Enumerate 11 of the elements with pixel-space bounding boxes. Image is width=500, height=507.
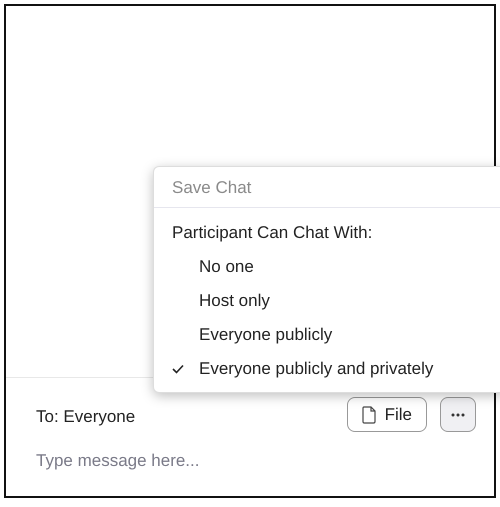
document-icon (362, 406, 376, 424)
message-field[interactable]: Type message here... (36, 451, 456, 471)
chat-option[interactable]: Everyone publicly and privately (154, 352, 500, 386)
more-button[interactable] (440, 397, 476, 432)
file-button[interactable]: File (346, 397, 427, 432)
more-icon (451, 412, 465, 416)
recipient-label: To: Everyone (36, 406, 136, 426)
chat-option[interactable]: Host only (154, 284, 500, 318)
section-title: Participant Can Chat With: (171, 222, 374, 244)
chat-option[interactable]: Everyone publicly (154, 318, 500, 352)
chat-option[interactable]: No one (154, 250, 500, 284)
